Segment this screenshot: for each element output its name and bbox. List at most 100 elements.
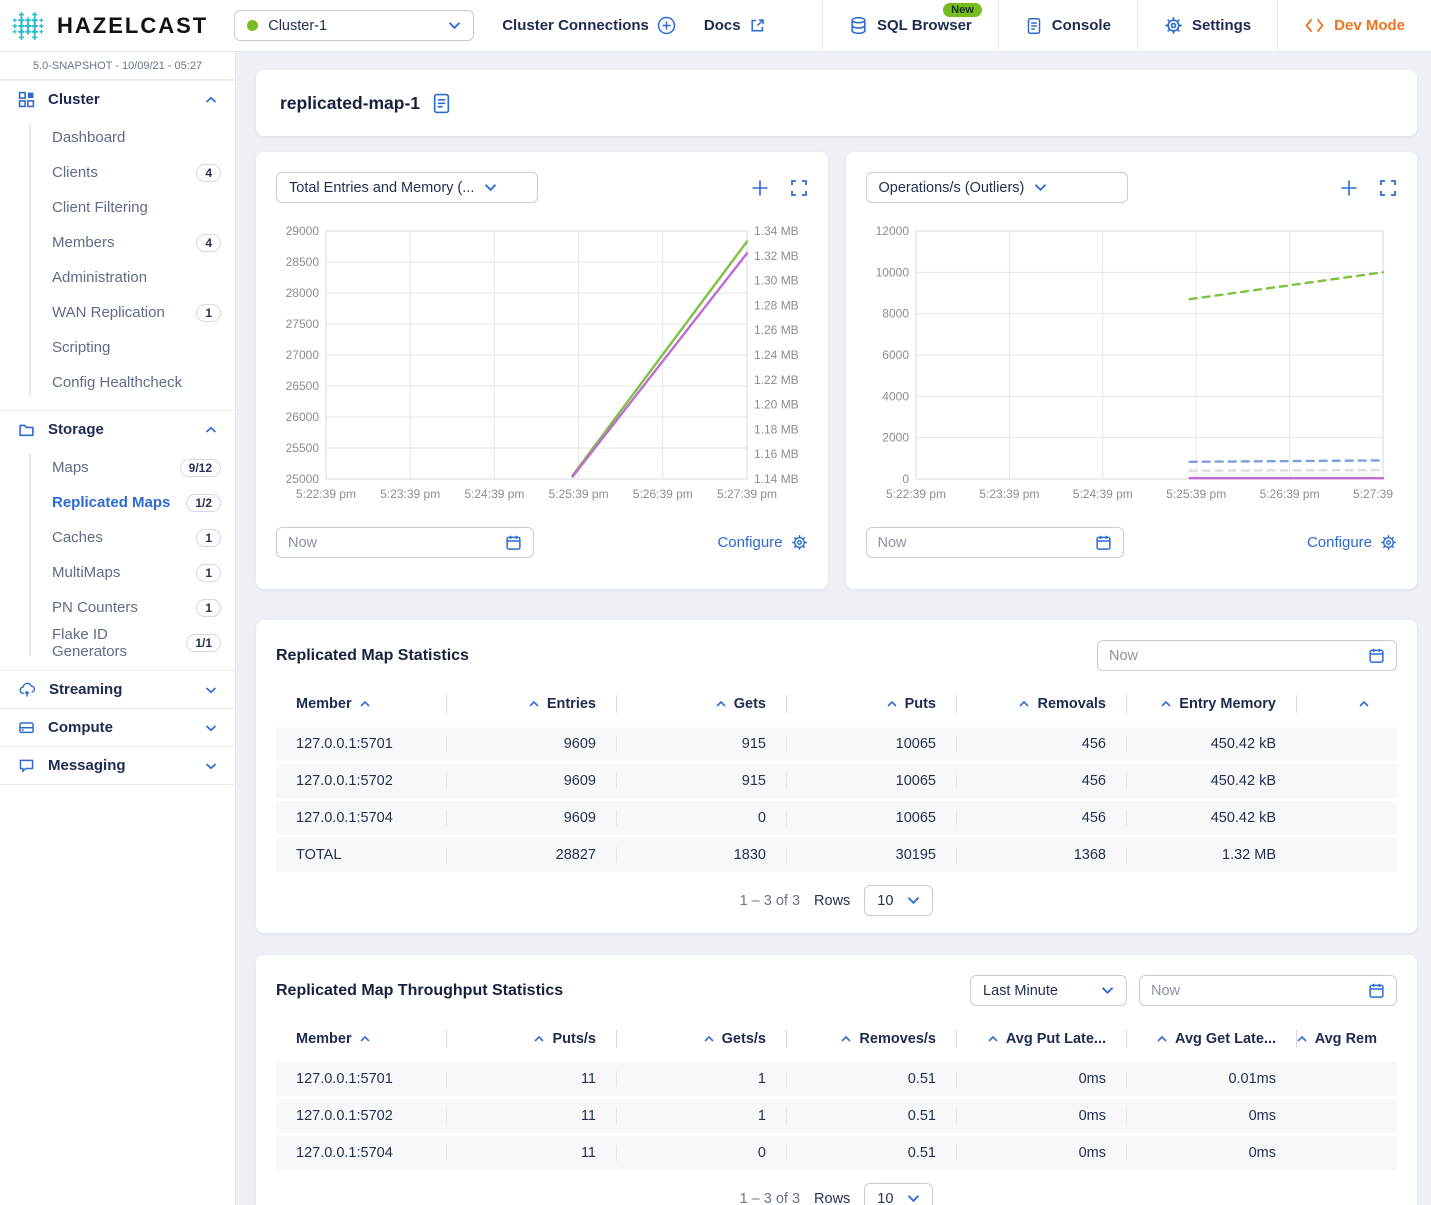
svg-text:29000: 29000 — [286, 224, 320, 238]
docs-link[interactable]: Docs — [704, 17, 766, 34]
cluster-connections-button[interactable]: Cluster Connections — [502, 16, 676, 35]
chevron-down-icon — [1101, 986, 1114, 995]
table-cell: 10065 — [786, 736, 956, 752]
column-header-removals[interactable]: Removals — [956, 696, 1126, 712]
column-header-puts[interactable]: Puts — [786, 696, 956, 712]
count-badge: 4 — [196, 164, 221, 182]
table-row: TOTAL2882718303019513681.32 MB — [276, 838, 1397, 872]
column-header-avg-put-late[interactable]: Avg Put Late... — [956, 1031, 1126, 1047]
svg-text:0: 0 — [902, 472, 909, 486]
replicated-map-statistics-table: MemberEntriesGetsPutsRemovalsEntry Memor… — [276, 687, 1397, 872]
sidebar-item-multimaps[interactable]: MultiMaps1 — [0, 555, 235, 590]
chart-date-filter[interactable]: Now — [276, 527, 534, 558]
sidebar-item-flake-id-generators[interactable]: Flake ID Generators1/1 — [0, 625, 235, 660]
code-icon — [1304, 17, 1325, 34]
version-label: 5.0-SNAPSHOT - 10/09/21 - 05:27 — [0, 52, 235, 80]
stats-date-filter[interactable]: Now — [1097, 640, 1397, 671]
table-cell: 0ms — [1126, 1108, 1296, 1124]
count-badge: 1/1 — [186, 634, 221, 652]
column-header-blank[interactable] — [1296, 700, 1397, 708]
chart-date-filter[interactable]: Now — [866, 527, 1124, 558]
chart-metric-select[interactable]: Total Entries and Memory (... — [276, 172, 538, 203]
column-header-gets[interactable]: Gets — [616, 696, 786, 712]
fullscreen-button[interactable] — [1379, 179, 1397, 197]
sql-browser-button[interactable]: New SQL Browser — [822, 0, 998, 51]
column-header-member[interactable]: Member — [276, 1031, 446, 1047]
svg-text:5:27:39 pm: 5:27:39 pm — [717, 487, 777, 501]
sidebar-item-members[interactable]: Members4 — [0, 225, 235, 260]
sidebar-item-scripting[interactable]: Scripting — [0, 330, 235, 365]
table-cell: 11 — [446, 1108, 616, 1124]
sidebar-section-cluster-header[interactable]: Cluster — [0, 81, 235, 118]
chevron-down-icon — [205, 686, 217, 694]
sidebar-cluster-items: Dashboard Clients4 Client Filtering Memb… — [0, 118, 235, 410]
table-cell: 9609 — [446, 736, 616, 752]
svg-text:5:22:39 pm: 5:22:39 pm — [296, 487, 356, 501]
table-cell: 1368 — [956, 847, 1126, 863]
rows-per-page-select[interactable]: 10 — [864, 885, 933, 916]
time-window-select[interactable]: Last Minute — [970, 975, 1127, 1006]
cluster-selector-dropdown[interactable]: Cluster-1 — [234, 10, 474, 41]
plus-icon — [750, 178, 770, 198]
add-chart-button[interactable] — [1339, 178, 1359, 198]
svg-text:26500: 26500 — [286, 379, 320, 393]
sidebar-section-streaming-header[interactable]: Streaming — [0, 671, 235, 708]
hazelcast-logo: HAZELCAST — [0, 7, 234, 45]
fullscreen-button[interactable] — [790, 179, 808, 197]
table-cell: 0 — [616, 1145, 786, 1161]
svg-text:1.26 MB: 1.26 MB — [754, 323, 799, 337]
database-icon — [849, 16, 868, 35]
sort-caret-icon — [987, 1035, 999, 1043]
sidebar-section-compute-header[interactable]: Compute — [0, 709, 235, 746]
sidebar-section-storage-header[interactable]: Storage — [0, 411, 235, 448]
sidebar-item-wan-replication[interactable]: WAN Replication1 — [0, 295, 235, 330]
add-chart-button[interactable] — [750, 178, 770, 198]
settings-button[interactable]: Settings — [1137, 0, 1277, 51]
sidebar-item-pn-counters[interactable]: PN Counters1 — [0, 590, 235, 625]
configure-link[interactable]: Configure — [1307, 534, 1397, 551]
svg-text:1.28 MB: 1.28 MB — [754, 298, 799, 312]
table-cell: 30195 — [786, 847, 956, 863]
svg-text:4000: 4000 — [882, 389, 909, 403]
sidebar-section-messaging-header[interactable]: Messaging — [0, 747, 235, 784]
table-cell: 10065 — [786, 773, 956, 789]
sidebar-item-replicated-maps[interactable]: Replicated Maps1/2 — [0, 485, 235, 520]
column-header-entries[interactable]: Entries — [446, 696, 616, 712]
svg-text:6000: 6000 — [882, 348, 909, 362]
table-cell: 456 — [956, 810, 1126, 826]
column-header-gets-s[interactable]: Gets/s — [616, 1031, 786, 1047]
svg-text:1.16 MB: 1.16 MB — [754, 447, 799, 461]
sidebar-item-caches[interactable]: Caches1 — [0, 520, 235, 555]
document-icon[interactable] — [432, 93, 451, 114]
column-header-entry-memory[interactable]: Entry Memory — [1126, 696, 1296, 712]
table-header-row: MemberEntriesGetsPutsRemovalsEntry Memor… — [276, 687, 1397, 721]
dev-mode-button[interactable]: Dev Mode — [1277, 0, 1431, 51]
rows-per-page-select[interactable]: 10 — [864, 1183, 933, 1205]
sidebar-item-administration[interactable]: Administration — [0, 260, 235, 295]
svg-text:8000: 8000 — [882, 307, 909, 321]
count-badge: 1 — [196, 529, 221, 547]
chart-card-operations: Operations/s (Outliers) 5:22:39 pm5:23:3… — [846, 152, 1418, 589]
calendar-icon — [1368, 647, 1385, 664]
table-cell: 1830 — [616, 847, 786, 863]
sidebar-item-clients[interactable]: Clients4 — [0, 155, 235, 190]
chart-metric-select[interactable]: Operations/s (Outliers) — [866, 172, 1128, 203]
column-header-puts-s[interactable]: Puts/s — [446, 1031, 616, 1047]
sidebar-item-maps[interactable]: Maps9/12 — [0, 450, 235, 485]
column-header-avg-rem[interactable]: Avg Rem — [1296, 1031, 1397, 1047]
sidebar-item-dashboard[interactable]: Dashboard — [0, 120, 235, 155]
configure-link[interactable]: Configure — [717, 534, 807, 551]
console-button[interactable]: Console — [998, 0, 1137, 51]
throughput-date-filter[interactable]: Now — [1139, 975, 1397, 1006]
column-header-member[interactable]: Member — [276, 696, 446, 712]
sidebar-section-compute: Compute — [0, 708, 235, 746]
sort-caret-icon — [528, 700, 540, 708]
column-header-avg-get-late[interactable]: Avg Get Late... — [1126, 1031, 1296, 1047]
sidebar-item-client-filtering[interactable]: Client Filtering — [0, 190, 235, 225]
svg-text:1.14 MB: 1.14 MB — [754, 472, 799, 486]
chevron-up-icon — [205, 96, 217, 104]
gear-icon — [791, 534, 808, 551]
column-header-removes-s[interactable]: Removes/s — [786, 1031, 956, 1047]
table-row: 127.0.0.1:57041100.510ms0ms — [276, 1136, 1397, 1170]
sidebar-item-config-healthcheck[interactable]: Config Healthcheck — [0, 365, 235, 400]
